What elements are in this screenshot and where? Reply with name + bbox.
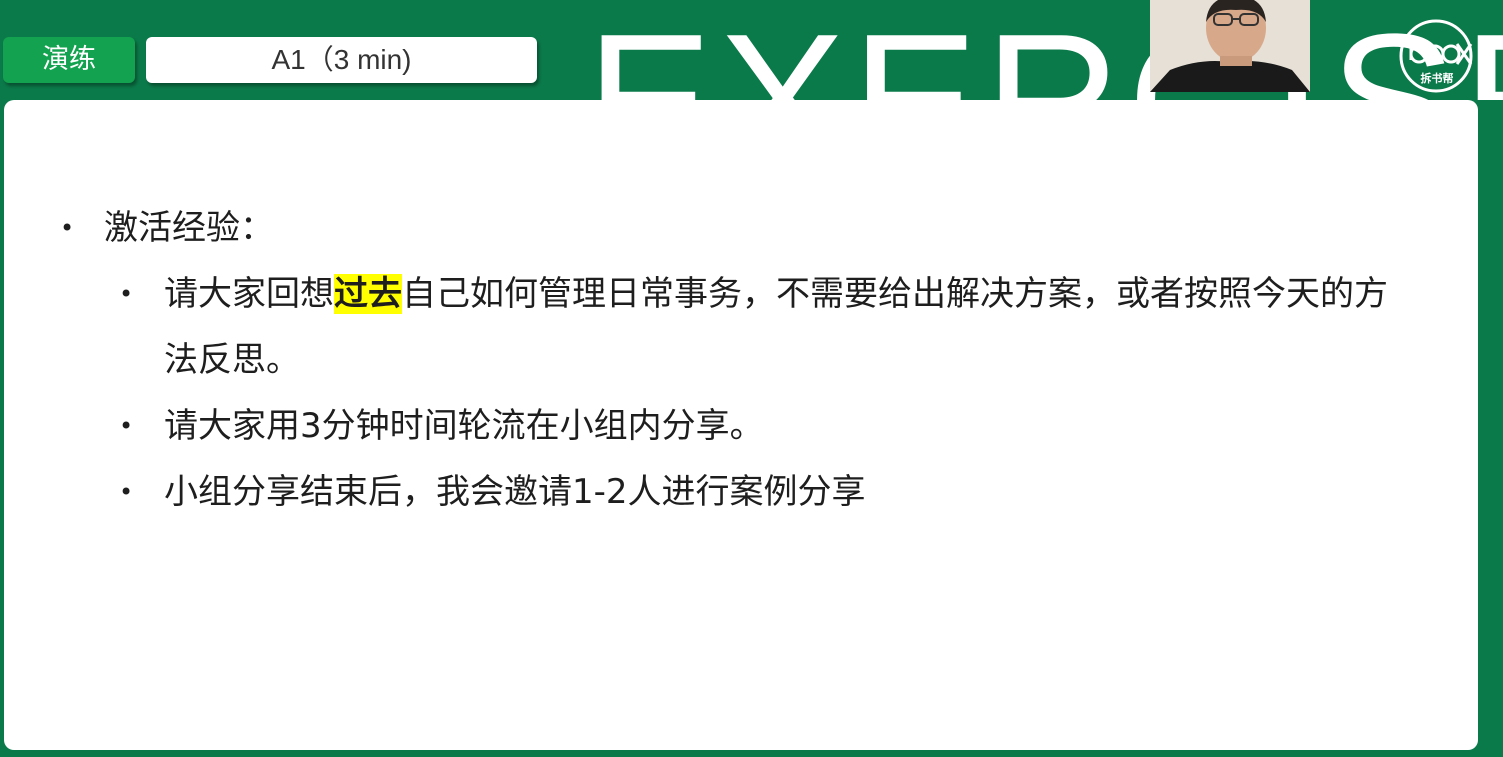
bullet-icon: •	[119, 280, 134, 308]
presenter-webcam	[1150, 0, 1310, 92]
exercise-tag: 演练	[3, 37, 135, 83]
slide-header: 演练 A1（3 min) EXERCISE 拆书帮	[0, 0, 1503, 100]
logo-text: 拆书帮	[1420, 72, 1454, 85]
list-item: • 请大家用3分钟时间轮流在小组内分享。	[56, 393, 1418, 459]
content-panel: • 激活经验： • 请大家回想过去自己如何管理日常事务，不需要给出解决方案，或者…	[4, 100, 1478, 750]
list-heading: 激活经验：	[104, 208, 274, 248]
presenter-video-frame	[1150, 0, 1310, 92]
item-text: 请大家用3分钟时间轮流在小组内分享。	[164, 406, 764, 446]
bullet-icon: •	[60, 214, 75, 242]
list-item: • 请大家回想过去自己如何管理日常事务，不需要给出解决方案，或者按照今天的方法反…	[56, 261, 1418, 393]
bullet-icon: •	[119, 412, 134, 440]
bullet-icon: •	[119, 478, 134, 506]
bullet-list: • 激活经验： • 请大家回想过去自己如何管理日常事务，不需要给出解决方案，或者…	[56, 195, 1418, 525]
exercise-title: A1（3 min)	[146, 37, 537, 83]
list-item: • 小组分享结束后，我会邀请1-2人进行案例分享	[56, 459, 1418, 525]
item-text-before: 请大家回想	[164, 274, 334, 314]
list-heading-item: • 激活经验：	[56, 195, 1418, 261]
item-text: 小组分享结束后，我会邀请1-2人进行案例分享	[164, 472, 866, 512]
exercise-watermark: EXERCISE	[586, 6, 1503, 100]
highlighted-text: 过去	[334, 274, 402, 314]
